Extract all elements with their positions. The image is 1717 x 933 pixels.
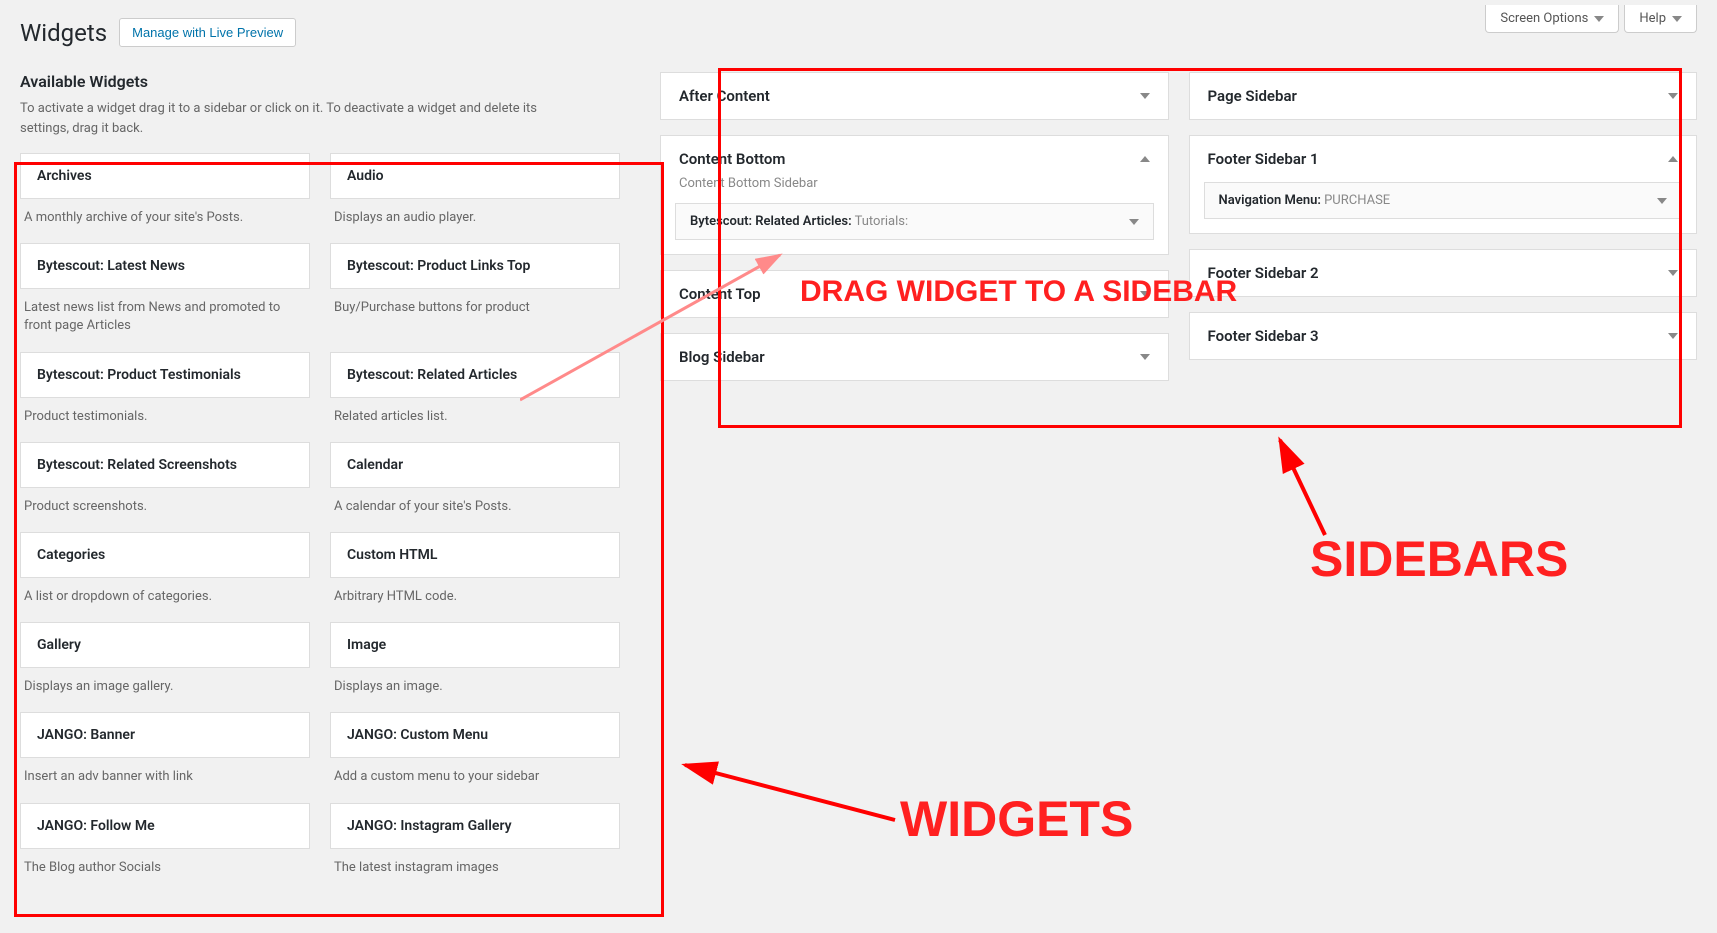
available-widget[interactable]: JANGO: Instagram Gallery [330,803,620,849]
available-widget-desc: Related articles list. [330,398,620,442]
sidebar-content-top[interactable]: Content Top [660,270,1169,318]
chevron-down-icon [1594,16,1604,22]
available-widget-desc: Displays an image gallery. [20,668,310,712]
chevron-down-icon [1129,219,1139,225]
available-widget[interactable]: Bytescout: Latest News [20,243,310,289]
available-widget-desc: A monthly archive of your site's Posts. [20,199,310,243]
sidebar-title: Blog Sidebar [679,348,765,366]
placed-widget-related-articles[interactable]: Bytescout: Related Articles: Tutorials: [675,203,1154,240]
sidebar-footer-2[interactable]: Footer Sidebar 2 [1189,249,1698,297]
chevron-up-icon [1140,156,1150,162]
help-label: Help [1639,11,1666,26]
chevron-up-icon [1668,156,1678,162]
sidebar-title: Footer Sidebar 3 [1208,327,1319,345]
chevron-down-icon [1140,354,1150,360]
available-widget-desc: A calendar of your site's Posts. [330,488,620,532]
available-widget-desc: Buy/Purchase buttons for product [330,289,620,333]
available-widget-desc: Insert an adv banner with link [20,758,310,802]
screen-options-button[interactable]: Screen Options [1485,5,1619,33]
available-widget[interactable]: Calendar [330,442,620,488]
sidebar-title: Footer Sidebar 2 [1208,264,1319,282]
sidebar-title: Footer Sidebar 1 [1208,150,1319,168]
chevron-down-icon [1668,270,1678,276]
placed-widget-instance: PURCHASE [1321,193,1390,208]
available-widget-desc: Add a custom menu to your sidebar [330,758,620,802]
placed-widget-name: Navigation Menu: [1219,193,1321,208]
available-widget[interactable]: Archives [20,153,310,199]
chevron-down-icon [1668,93,1678,99]
available-widget[interactable]: Bytescout: Related Screenshots [20,442,310,488]
chevron-down-icon [1140,291,1150,297]
available-widget[interactable]: JANGO: Banner [20,712,310,758]
available-widget[interactable]: Audio [330,153,620,199]
chevron-down-icon [1668,333,1678,339]
page-title: Widgets [20,19,107,47]
available-widget-desc: Displays an image. [330,668,620,712]
placed-widget-instance: Tutorials: [852,214,909,229]
available-widget-desc: A list or dropdown of categories. [20,578,310,622]
available-widget[interactable]: Image [330,622,620,668]
sidebar-after-content[interactable]: After Content [660,72,1169,120]
available-widget[interactable]: Bytescout: Related Articles [330,352,620,398]
sidebars-area: After Content Content Bottom Content Bot… [660,72,1697,381]
sidebar-title: After Content [679,87,770,105]
available-widget-desc: Latest news list from News and promoted … [20,289,310,351]
sidebar-content-bottom[interactable]: Content Bottom Content Bottom Sidebar By… [660,135,1169,255]
sidebar-title: Content Bottom [679,150,785,168]
available-widget-desc: Product testimonials. [20,398,310,442]
help-button[interactable]: Help [1624,5,1697,33]
chevron-down-icon [1657,198,1667,204]
chevron-down-icon [1140,93,1150,99]
available-widget[interactable]: Bytescout: Product Links Top [330,243,620,289]
available-widget-desc: The latest instagram images [330,849,620,893]
available-widget[interactable]: Custom HTML [330,532,620,578]
screen-options-label: Screen Options [1500,11,1588,26]
sidebar-page-sidebar[interactable]: Page Sidebar [1189,72,1698,120]
sidebar-subtitle: Content Bottom Sidebar [661,176,1168,203]
available-widget[interactable]: JANGO: Follow Me [20,803,310,849]
available-widget-desc: Arbitrary HTML code. [330,578,620,622]
live-preview-button[interactable]: Manage with Live Preview [119,18,296,47]
available-widget[interactable]: Bytescout: Product Testimonials [20,352,310,398]
sidebar-footer-1[interactable]: Footer Sidebar 1 Navigation Menu: PURCHA… [1189,135,1698,234]
sidebar-footer-3[interactable]: Footer Sidebar 3 [1189,312,1698,360]
placed-widget-nav-menu[interactable]: Navigation Menu: PURCHASE [1204,182,1683,219]
chevron-down-icon [1672,16,1682,22]
available-widget-desc: Displays an audio player. [330,199,620,243]
sidebar-title: Content Top [679,285,761,303]
available-widgets-desc: To activate a widget drag it to a sideba… [20,99,580,138]
sidebar-blog-sidebar[interactable]: Blog Sidebar [660,333,1169,381]
available-widget-desc: Product screenshots. [20,488,310,532]
sidebar-title: Page Sidebar [1208,87,1297,105]
available-widget[interactable]: Gallery [20,622,310,668]
available-widget[interactable]: JANGO: Custom Menu [330,712,620,758]
available-widgets-panel: Available Widgets To activate a widget d… [20,72,620,893]
available-widget-desc: The Blog author Socials [20,849,310,893]
available-widget[interactable]: Categories [20,532,310,578]
available-widgets-title: Available Widgets [20,72,620,91]
placed-widget-name: Bytescout: Related Articles: [690,214,852,229]
